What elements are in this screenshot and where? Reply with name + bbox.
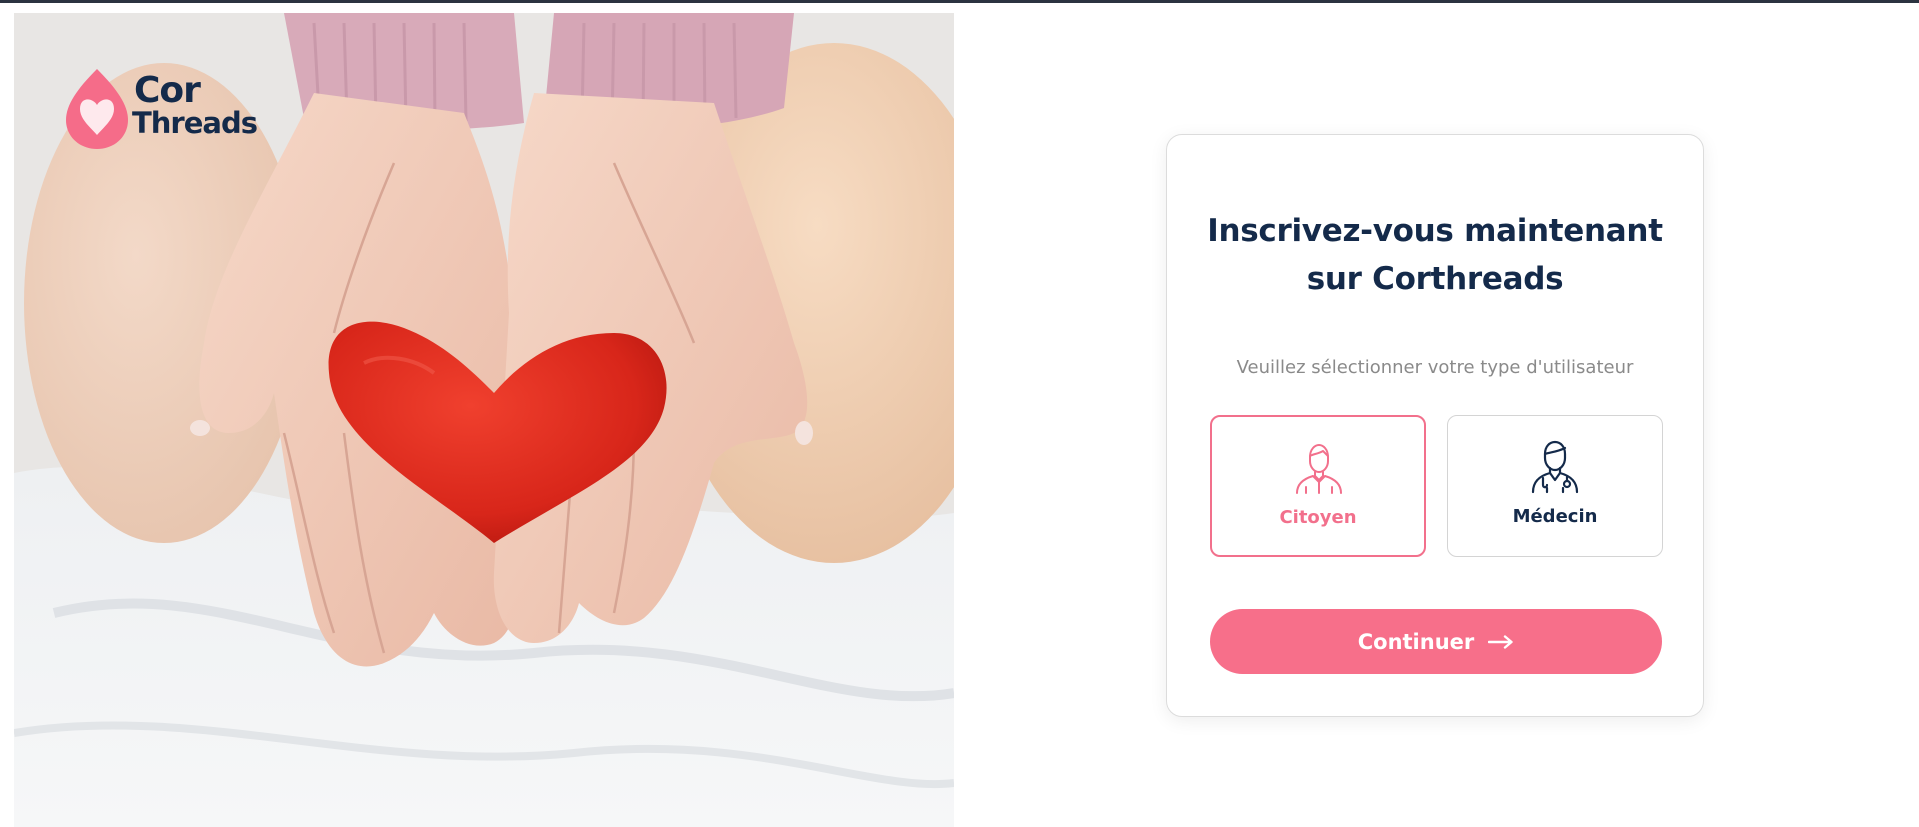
- logo-text-cor: Cor: [134, 70, 201, 111]
- hero-image: Cor Threads: [14, 13, 954, 827]
- heart-drop-logo-icon: [66, 69, 128, 149]
- page-title: Inscrivez-vous maintenant sur Corthreads: [1167, 207, 1703, 303]
- corthreads-logo[interactable]: Cor Threads: [62, 65, 282, 155]
- title-line-2: sur Corthreads: [1306, 261, 1564, 297]
- signup-card: Inscrivez-vous maintenant sur Corthreads…: [1166, 134, 1704, 717]
- continue-button-label: Continuer: [1357, 629, 1475, 654]
- user-type-label-medecin: Médecin: [1512, 506, 1598, 527]
- window-top-border: [0, 0, 1919, 3]
- doctor-user-icon: [1531, 440, 1579, 494]
- user-type-label-citoyen: Citoyen: [1279, 507, 1357, 528]
- continue-button[interactable]: Continuer: [1210, 609, 1662, 674]
- logo-text-threads: Threads: [132, 106, 258, 140]
- citizen-user-icon: [1296, 444, 1342, 494]
- title-line-1: Inscrivez-vous maintenant: [1207, 213, 1663, 249]
- user-type-option-citoyen[interactable]: Citoyen: [1210, 415, 1426, 557]
- arrow-right-icon: [1488, 630, 1514, 654]
- user-type-prompt: Veuillez sélectionner votre type d'utili…: [1236, 357, 1634, 378]
- user-type-option-medecin[interactable]: Médecin: [1447, 415, 1663, 557]
